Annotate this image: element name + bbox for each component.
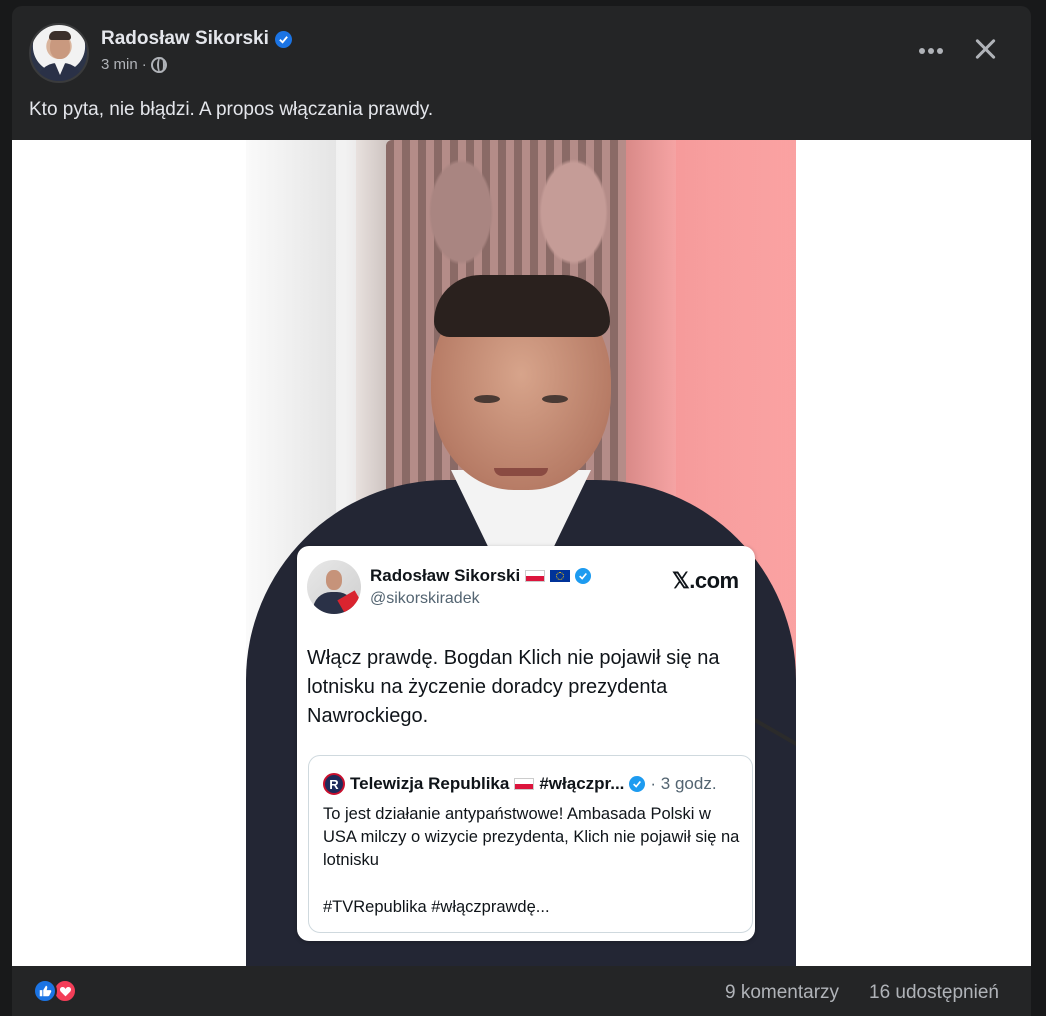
tweet-handle: @sikorskiradek (370, 590, 480, 607)
photo-left-eye-shape (474, 395, 500, 403)
eu-flag-icon (550, 570, 571, 582)
post-image-container[interactable]: Radosław Sikorski @sikorskiradek 𝕏.com W… (12, 140, 1031, 966)
embedded-tweet-card: Radosław Sikorski @sikorskiradek 𝕏.com W… (297, 546, 755, 941)
author-name-row: Radosław Sikorski (101, 28, 292, 50)
globe-icon (150, 56, 167, 73)
quoted-poland-flag-icon (514, 778, 535, 790)
post-footer: 9 komentarzy 16 udostępnień (12, 966, 1031, 1016)
post-caption: Kto pyta, nie błądzi. A propos włączania… (29, 99, 434, 120)
post-meta: 3 min · (101, 56, 167, 73)
tweet-author-name: Radosław Sikorski (370, 566, 521, 585)
photo-hair-shape (434, 275, 610, 337)
quoted-hashtags: #TVRepublika #włączprawdę... (323, 898, 550, 916)
quoted-author-name: Telewizja Republika (350, 774, 510, 793)
poland-flag-icon (525, 570, 546, 582)
tweet-author-row: Radosław Sikorski (370, 566, 592, 586)
photo-right-eye-shape (542, 395, 568, 403)
like-reaction-icon[interactable] (33, 979, 57, 1003)
quoted-verified-badge-icon (629, 776, 646, 792)
verified-badge-icon (274, 30, 292, 48)
post-time[interactable]: 3 min (101, 56, 138, 73)
author-name[interactable]: Radosław Sikorski (101, 28, 269, 50)
photo-mouth-shape (494, 468, 548, 476)
tweet-verified-badge-icon (575, 568, 592, 584)
author-avatar[interactable] (29, 23, 89, 83)
more-options-icon[interactable] (914, 36, 948, 66)
quoted-hashtag-title: #włączpr... (539, 774, 625, 793)
quoted-tweet: R Telewizja Republika #włączpr... · 3 go… (308, 755, 753, 933)
x-logo-icon: 𝕏.com (672, 568, 739, 593)
facebook-post: Radosław Sikorski 3 min · Kto pyta, nie … (12, 6, 1031, 1016)
comments-count-link[interactable]: 9 komentarzy (725, 982, 839, 1004)
close-icon[interactable] (970, 34, 1000, 64)
tweet-avatar (307, 560, 361, 614)
quoted-tweet-header: R Telewizja Republika #włączpr... · 3 go… (323, 773, 717, 795)
quoted-time: · 3 godz. (650, 774, 717, 793)
shares-count-link[interactable]: 16 udostępnień (869, 982, 999, 1004)
tweet-text: Włącz prawdę. Bogdan Klich nie pojawił s… (307, 647, 720, 727)
avatar-hair-shape (49, 31, 71, 40)
quoted-text: To jest działanie antypaństwowe! Ambasad… (323, 805, 740, 869)
post-photo[interactable]: Radosław Sikorski @sikorskiradek 𝕏.com W… (246, 140, 796, 966)
tv-republika-logo-icon: R (323, 773, 345, 795)
meta-separator: · (141, 56, 147, 73)
post-header: Radosław Sikorski 3 min · (12, 6, 1031, 86)
